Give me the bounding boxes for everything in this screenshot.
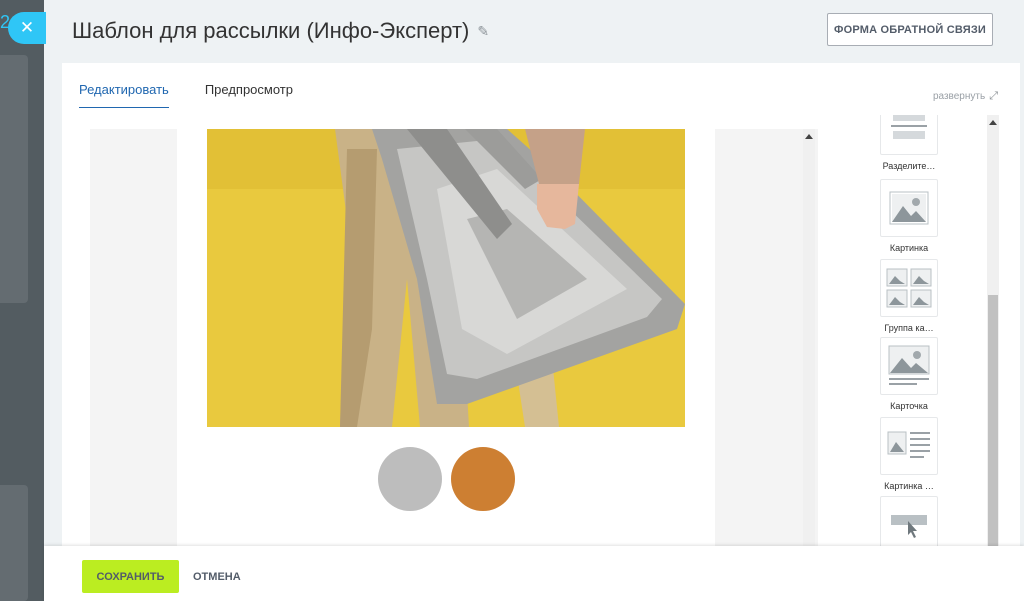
- block-label: Группа ка…: [884, 323, 934, 333]
- card-icon: [888, 345, 930, 385]
- template-editor-slider: Шаблон для рассылки (Инфо-Эксперт) ✎ ФОР…: [44, 0, 1024, 601]
- expand-label: развернуть: [932, 91, 986, 102]
- block-image[interactable]: Картинка: [880, 179, 938, 253]
- image-text-icon: [887, 431, 930, 458]
- palette-scroll-thumb[interactable]: [988, 295, 998, 548]
- block-divider[interactable]: Разделите…: [880, 115, 938, 171]
- expand-button[interactable]: развернуть ⤢: [933, 90, 998, 103]
- page-title-text: Шаблон для рассылки (Инфо-Эксперт): [72, 18, 470, 43]
- close-slider-button[interactable]: ✕: [8, 12, 46, 44]
- block-label: Разделите…: [882, 161, 936, 171]
- block-label: Картинка: [889, 243, 929, 253]
- scroll-up-arrow-icon[interactable]: [805, 134, 813, 139]
- palette-scrollbar[interactable]: [987, 115, 999, 548]
- divider-icon: [891, 115, 927, 139]
- scroll-up-arrow-icon[interactable]: [989, 120, 997, 125]
- email-body: [177, 129, 715, 548]
- editor-tabs: Редактировать Предпросмотр: [79, 82, 293, 108]
- image-icon: [889, 191, 929, 225]
- blocks-palette: Разделите… Картинка Группа ка… Карточка …: [863, 115, 985, 548]
- background-app-overlay: 2: [0, 0, 44, 601]
- page-title: Шаблон для рассылки (Инфо-Эксперт) ✎: [72, 18, 489, 44]
- fashion-photo-image: [207, 129, 685, 427]
- block-button[interactable]: [880, 496, 938, 548]
- save-button[interactable]: СОХРАНИТЬ: [82, 560, 179, 593]
- background-panel: [0, 55, 28, 303]
- block-image-group[interactable]: Группа ка…: [880, 259, 938, 333]
- feedback-form-button[interactable]: ФОРМА ОБРАТНОЙ СВЯЗИ: [827, 13, 993, 46]
- background-panel: [0, 485, 28, 601]
- edit-title-pencil-icon[interactable]: ✎: [477, 23, 489, 40]
- color-swatch-orange[interactable]: [451, 447, 515, 511]
- tab-edit[interactable]: Редактировать: [79, 82, 169, 108]
- color-swatch-gray[interactable]: [378, 447, 442, 511]
- bottom-action-bar: СОХРАНИТЬ ОТМЕНА: [44, 546, 1024, 601]
- button-block-icon: [891, 515, 927, 538]
- canvas-scrollbar[interactable]: [803, 129, 815, 548]
- block-label: Картинка …: [884, 481, 934, 491]
- tab-preview[interactable]: Предпросмотр: [205, 82, 293, 108]
- cancel-button[interactable]: ОТМЕНА: [193, 560, 241, 593]
- block-card[interactable]: Карточка: [880, 337, 938, 411]
- editor-card: Редактировать Предпросмотр развернуть ⤢: [62, 63, 1020, 548]
- email-canvas[interactable]: [90, 129, 818, 548]
- email-image-block[interactable]: [207, 129, 685, 427]
- expand-arrows-icon: ⤢: [989, 90, 998, 102]
- block-image-text[interactable]: Картинка …: [880, 417, 938, 491]
- image-group-icon: [886, 268, 932, 308]
- block-label: Карточка: [890, 401, 928, 411]
- close-icon: ✕: [19, 18, 35, 37]
